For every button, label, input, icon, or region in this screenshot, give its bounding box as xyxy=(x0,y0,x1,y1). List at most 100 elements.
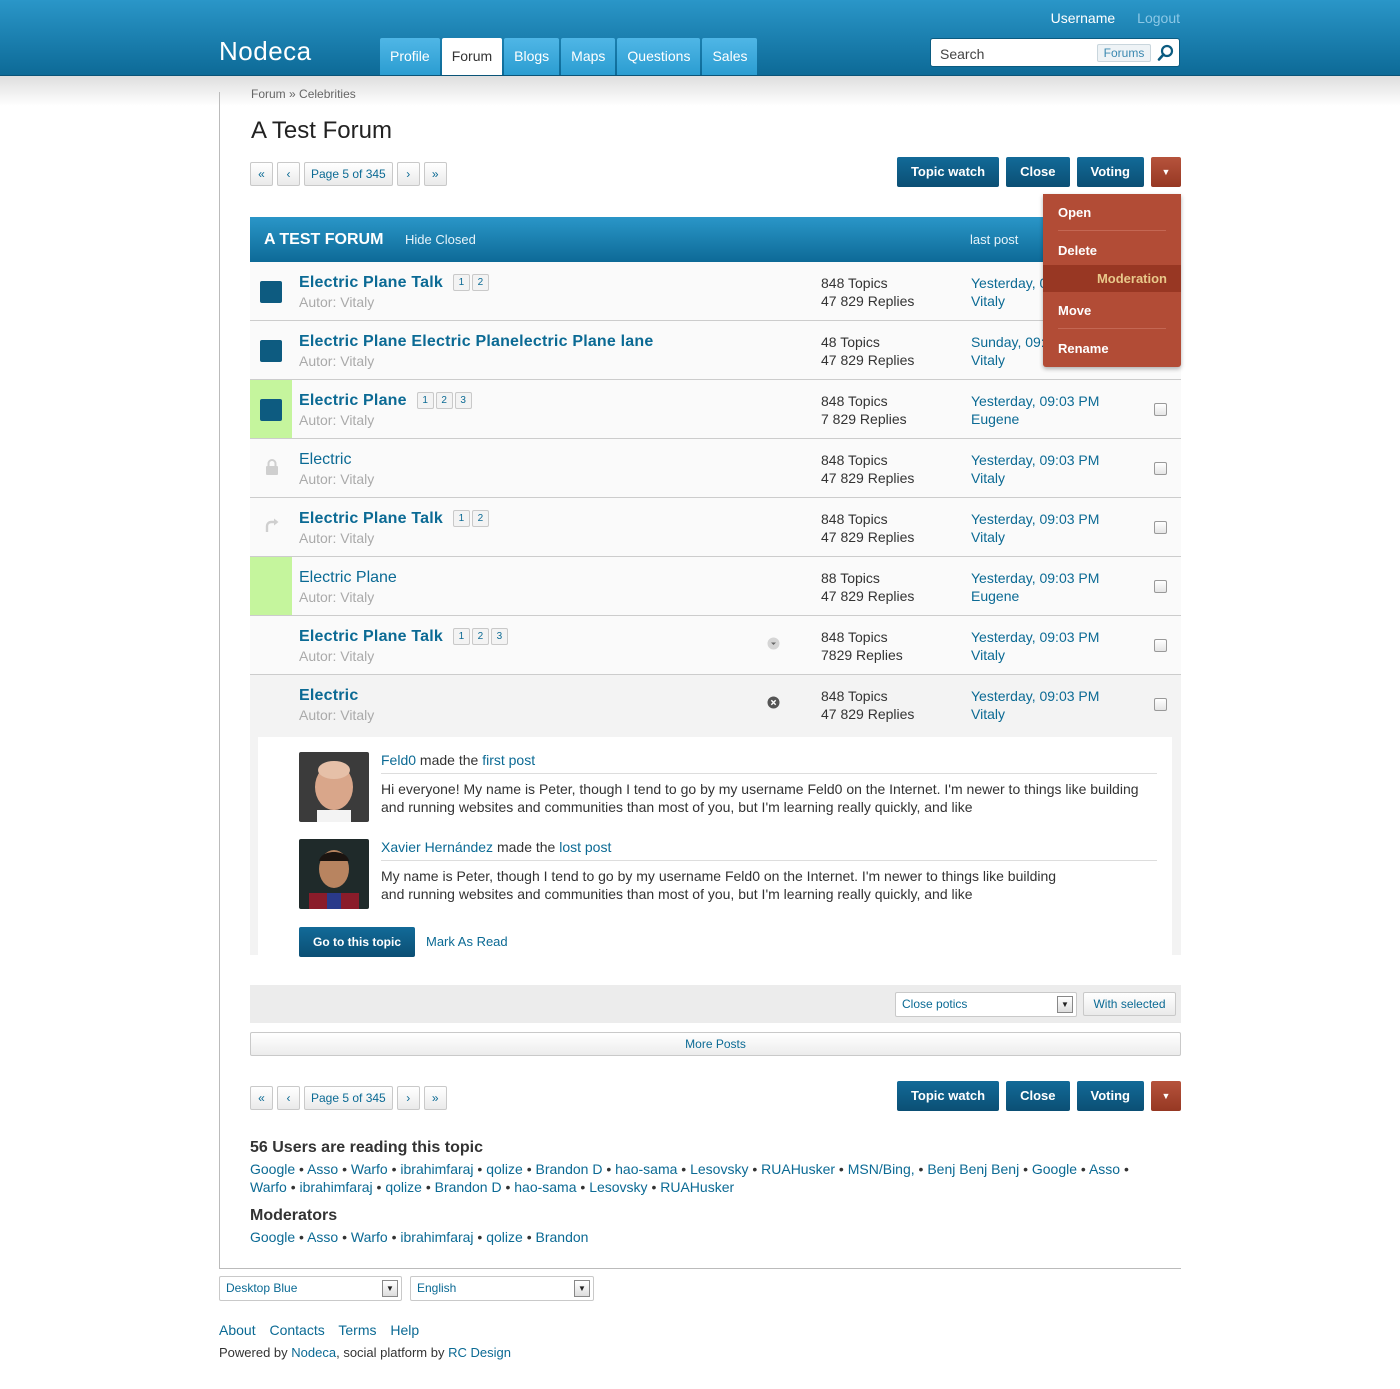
search-icon[interactable] xyxy=(1157,44,1175,62)
row-checkbox[interactable] xyxy=(1154,698,1167,711)
search-input[interactable]: Search xyxy=(940,46,984,62)
pager-prev[interactable]: ‹ xyxy=(277,1086,300,1110)
breadcrumb-celebrities[interactable]: Celebrities xyxy=(299,87,356,101)
footer-about[interactable]: About xyxy=(219,1322,256,1338)
user-link[interactable]: Warfo xyxy=(351,1229,388,1245)
topic-title[interactable]: Electric Plane Talk 1 2 xyxy=(299,274,490,292)
nodeca-link[interactable]: Nodeca xyxy=(291,1345,336,1360)
table-row[interactable]: Electric Plane Electric Planelectric Pla… xyxy=(250,321,1181,380)
user-link[interactable]: ibrahimfaraj xyxy=(300,1179,373,1195)
topic-title[interactable]: Electric xyxy=(299,687,358,705)
last-post[interactable]: Yesterday, 09:03 PM Eugene xyxy=(971,569,1099,605)
user-link[interactable]: Warfo xyxy=(351,1161,388,1177)
page-link[interactable]: 3 xyxy=(454,392,472,409)
user-link[interactable]: hao-sama xyxy=(514,1179,576,1195)
avatar[interactable] xyxy=(299,752,369,822)
row-checkbox[interactable] xyxy=(1154,521,1167,534)
table-row[interactable]: Electric Plane 1 2 3 Autor: Vitaly 848 Topi… xyxy=(250,380,1181,439)
topic-title[interactable]: Electric Plane xyxy=(299,569,397,587)
voting-button[interactable]: Voting xyxy=(1076,157,1144,187)
user-link[interactable]: Brandon D xyxy=(435,1179,502,1195)
topic-title-text[interactable]: Electric Plane Talk xyxy=(299,628,443,645)
last-post-user[interactable]: Vitaly xyxy=(971,528,1099,546)
post-author-link[interactable]: Feld0 xyxy=(381,752,416,768)
pager-next[interactable]: › xyxy=(396,1086,420,1110)
topic-watch-button[interactable]: Topic watch xyxy=(896,1081,1000,1111)
last-post-date[interactable]: Yesterday, 09:03 PM xyxy=(971,628,1099,646)
menu-delete[interactable]: Delete xyxy=(1058,243,1097,258)
page-link[interactable]: 1 xyxy=(453,628,471,645)
pager-last[interactable]: » xyxy=(423,1086,447,1110)
last-post-date[interactable]: Yesterday, 09:03 PM xyxy=(971,451,1099,469)
last-post-user[interactable]: Vitaly xyxy=(971,646,1099,664)
user-link[interactable]: ibrahimfaraj xyxy=(400,1161,473,1177)
close-button[interactable]: Close xyxy=(1006,1081,1070,1111)
tab-maps[interactable]: Maps xyxy=(561,38,616,75)
topic-title-text[interactable]: Electric Plane Talk xyxy=(299,274,443,291)
user-link[interactable]: qolize xyxy=(486,1229,523,1245)
page-link[interactable]: 1 xyxy=(416,392,434,409)
user-link[interactable]: ibrahimfaraj xyxy=(400,1229,473,1245)
topic-title[interactable]: Electric Plane Talk 1 2 3 xyxy=(299,628,509,646)
post-link[interactable]: first post xyxy=(482,752,535,768)
bulk-action-select[interactable]: Close potics ▼ xyxy=(895,992,1077,1017)
footer-terms[interactable]: Terms xyxy=(338,1322,376,1338)
table-row[interactable]: Electric Autor: Vitaly 848 Topics 47 829 … xyxy=(250,439,1181,498)
footer-contacts[interactable]: Contacts xyxy=(269,1322,324,1338)
pager-prev[interactable]: ‹ xyxy=(277,162,300,186)
page-link[interactable]: 2 xyxy=(472,274,490,291)
user-link[interactable]: Asso xyxy=(1089,1161,1120,1177)
last-post-date[interactable]: Yesterday, 09:03 PM xyxy=(971,569,1099,587)
table-row[interactable]: Electric Plane Autor: Vitaly 88 Topics 47… xyxy=(250,557,1181,616)
user-link[interactable]: qolize xyxy=(486,1161,523,1177)
more-actions-button[interactable]: ▼ xyxy=(1151,1081,1181,1111)
pager-page[interactable]: Page 5 of 345 xyxy=(304,162,393,186)
search-scope[interactable]: Forums xyxy=(1097,44,1151,62)
row-checkbox[interactable] xyxy=(1154,462,1167,475)
user-link[interactable]: Benj Benj Benj xyxy=(927,1161,1019,1177)
row-checkbox[interactable] xyxy=(1154,580,1167,593)
last-post-date[interactable]: Yesterday, 09:03 PM xyxy=(971,392,1099,410)
user-link[interactable]: Google xyxy=(250,1161,295,1177)
user-link[interactable]: Google xyxy=(250,1229,295,1245)
user-link[interactable]: qolize xyxy=(385,1179,422,1195)
tab-questions[interactable]: Questions xyxy=(617,38,701,75)
page-link[interactable]: 1 xyxy=(453,510,471,527)
breadcrumb-forum[interactable]: Forum xyxy=(251,87,286,101)
mark-as-read-link[interactable]: Mark As Read xyxy=(426,934,508,949)
user-link[interactable]: Brandon D xyxy=(536,1161,603,1177)
page-link[interactable]: 2 xyxy=(472,628,490,645)
menu-open[interactable]: Open xyxy=(1058,205,1091,220)
username-link[interactable]: Username xyxy=(1051,10,1116,26)
search-box[interactable]: Search Forums xyxy=(930,38,1180,67)
topic-title-text[interactable]: Electric Plane Talk xyxy=(299,510,443,527)
last-post-user[interactable]: Vitaly xyxy=(971,705,1099,723)
pager-page[interactable]: Page 5 of 345 xyxy=(304,1086,393,1110)
more-actions-button[interactable]: ▼ xyxy=(1151,157,1181,187)
more-posts-button[interactable]: More Posts xyxy=(250,1032,1181,1056)
hide-closed-link[interactable]: Hide Closed xyxy=(405,232,476,247)
last-post-user[interactable]: Eugene xyxy=(971,587,1099,605)
footer-help[interactable]: Help xyxy=(390,1322,419,1338)
topic-title-text[interactable]: Electric Plane xyxy=(299,392,407,409)
language-select[interactable]: English ▼ xyxy=(410,1276,594,1301)
collapse-preview-icon[interactable] xyxy=(767,696,780,709)
menu-move[interactable]: Move xyxy=(1058,303,1091,318)
page-link[interactable]: 2 xyxy=(472,510,490,527)
user-link[interactable]: Asso xyxy=(307,1161,338,1177)
last-post-user[interactable]: Vitaly xyxy=(971,469,1099,487)
last-post[interactable]: Yesterday, 09:03 PM Vitaly xyxy=(971,510,1099,546)
pager-first[interactable]: « xyxy=(250,1086,273,1110)
with-selected-button[interactable]: With selected xyxy=(1083,992,1176,1016)
rc-design-link[interactable]: RC Design xyxy=(448,1345,511,1360)
tab-profile[interactable]: Profile xyxy=(380,38,440,75)
post-author-link[interactable]: Xavier Hernández xyxy=(381,839,493,855)
page-link[interactable]: 1 xyxy=(453,274,471,291)
user-link[interactable]: Lesovsky xyxy=(690,1161,748,1177)
last-post-date[interactable]: Yesterday, 09:03 PM xyxy=(971,687,1099,705)
page-link[interactable]: 3 xyxy=(491,628,509,645)
last-post-user[interactable]: Eugene xyxy=(971,410,1099,428)
voting-button[interactable]: Voting xyxy=(1076,1081,1144,1111)
user-link[interactable]: hao-sama xyxy=(615,1161,677,1177)
table-row[interactable]: Electric Plane Talk 1 2 3 Autor: Vitaly 848… xyxy=(250,616,1181,675)
